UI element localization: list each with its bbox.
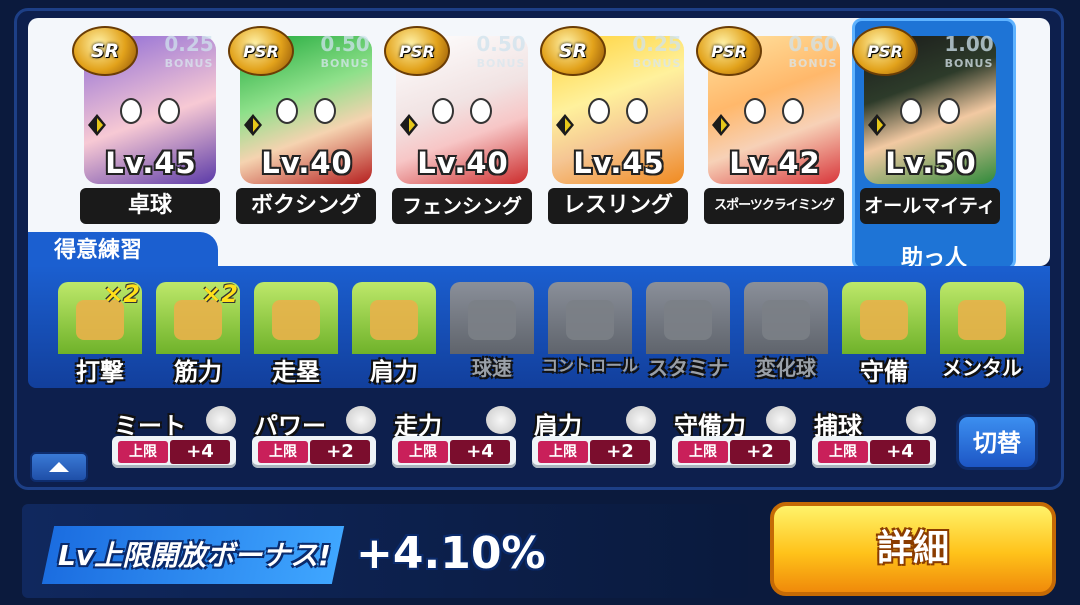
practice-mental: メンタル — [940, 282, 1024, 384]
dumbbell-icon — [346, 406, 376, 434]
cap-label: 上限 — [398, 441, 448, 463]
card-name: レスリング — [548, 188, 688, 224]
base-icon — [272, 300, 320, 340]
practice-label: スタミナ — [648, 356, 728, 380]
card-level: Lv.45 — [105, 146, 197, 180]
bonus-arm: 肩力 上限 +2 — [532, 406, 656, 468]
card-name: スポーツクライミング — [704, 188, 844, 224]
practice-breaking-ball: 変化球 — [744, 282, 828, 384]
glove-icon — [766, 406, 796, 434]
card-name: 卓球 — [80, 188, 220, 224]
bonus-row: ミート 上限 +4 パワー 上限 +2 走力 上限 +4 肩力 上限 +2 守備力 上限… — [28, 388, 1050, 484]
catch-ball-icon — [906, 406, 936, 434]
bonus-rate: 1.00 BONUS — [944, 32, 994, 70]
lv-bonus-label: Lv上限開放ボーナス! — [58, 539, 331, 572]
cap-value: +4 — [170, 440, 230, 464]
cap-value: +4 — [870, 440, 930, 464]
rarity-badge: PSR — [228, 26, 294, 76]
bonus-power: パワー 上限 +2 — [252, 406, 376, 468]
lv-bonus-value: +4.10% — [356, 528, 546, 579]
card-name: ボクシング — [236, 188, 376, 224]
cap-value: +2 — [730, 440, 790, 464]
glove-icon — [860, 300, 908, 340]
card-level: Lv.42 — [729, 146, 821, 180]
practice-arm: 肩力 — [352, 282, 436, 386]
bonus-defense: 守備力 上限 +2 — [672, 406, 796, 468]
cap-label: 上限 — [538, 441, 588, 463]
bonus-rate: 0.25 BONUS — [632, 32, 682, 70]
practice-label: メンタル — [942, 356, 1022, 380]
card-name: オールマイティ — [860, 188, 1000, 224]
throw-ball-icon — [370, 300, 418, 340]
bonus-rate: 0.50 BONUS — [476, 32, 526, 70]
rarity-badge: PSR — [384, 26, 450, 76]
rarity-badge: SR — [72, 26, 138, 76]
cap-label: 上限 — [818, 441, 868, 463]
target-icon — [566, 300, 614, 340]
practice-label: 球速 — [472, 356, 512, 380]
practice-label: 変化球 — [756, 356, 816, 380]
practice-control: コントロール — [542, 282, 638, 384]
cloud-sparkle-icon — [958, 300, 1006, 340]
fast-ball-icon — [468, 300, 516, 340]
cap-label: 上限 — [118, 441, 168, 463]
runner-icon — [486, 406, 516, 434]
card-3[interactable]: PSR 0.50 BONUS Lv.40 フェンシング — [384, 26, 536, 228]
practice-label: 肩力 — [370, 358, 418, 386]
cap-value: +2 — [310, 440, 370, 464]
bonus-speed: 走力 上限 +4 — [392, 406, 516, 468]
collapse-button[interactable] — [30, 452, 88, 482]
bat-icon — [206, 406, 236, 434]
multiplier-badge: ×2 — [103, 280, 140, 308]
card-level: Lv.40 — [417, 146, 509, 180]
card-4[interactable]: SR 0.25 BONUS Lv.45 レスリング — [540, 26, 692, 228]
switch-button[interactable]: 切替 — [956, 414, 1038, 470]
card-level: Lv.50 — [885, 146, 977, 180]
card-1[interactable]: SR 0.25 BONUS Lv.45 卓球 — [72, 26, 224, 228]
card-5[interactable]: PSR 0.60 BONUS Lv.42 スポーツクライミング — [696, 26, 848, 228]
breaking-ball-icon — [762, 300, 810, 340]
bonus-rate: 0.60 BONUS — [788, 32, 838, 70]
lv-bonus-banner: Lv上限開放ボーナス! +4.10% — [22, 504, 748, 598]
cap-label: 上限 — [258, 441, 308, 463]
practice-baserunning: 走塁 — [254, 282, 338, 386]
cap-value: +2 — [590, 440, 650, 464]
cap-value: +4 — [450, 440, 510, 464]
cap-label: 上限 — [678, 441, 728, 463]
practice-defense: 守備 — [842, 282, 926, 386]
card-name: フェンシング — [392, 188, 532, 224]
rarity-badge: PSR — [852, 26, 918, 76]
card-6-helper[interactable]: PSR 1.00 BONUS Lv.50 オールマイティ 助っ人 — [852, 18, 1016, 271]
practice-label: 守備 — [860, 358, 908, 386]
bonus-meet: ミート 上限 +4 — [112, 406, 236, 468]
practice-stamina: スタミナ — [646, 282, 730, 384]
practice-label: 走塁 — [272, 358, 320, 386]
practice-velocity: 球速 — [450, 282, 534, 384]
practice-label: コントロール — [542, 356, 639, 375]
practice-tab: 得意練習 — [28, 232, 218, 270]
rarity-badge: SR — [540, 26, 606, 76]
multiplier-badge: ×2 — [201, 280, 238, 308]
bonus-rate: 0.50 BONUS — [320, 32, 370, 70]
throw-ball-icon — [626, 406, 656, 434]
practice-label: 筋力 — [174, 358, 222, 386]
bonus-catch: 捕球 上限 +4 — [812, 406, 936, 468]
card-level: Lv.45 — [573, 146, 665, 180]
detail-button[interactable]: 詳細 — [770, 502, 1056, 596]
card-2[interactable]: PSR 0.50 BONUS Lv.40 ボクシング — [228, 26, 380, 228]
rarity-badge: PSR — [696, 26, 762, 76]
practice-batting: ×2 打撃 — [58, 280, 142, 386]
bonus-rate: 0.25 BONUS — [164, 32, 214, 70]
practice-label: 打撃 — [76, 358, 124, 386]
practice-strength: ×2 筋力 — [156, 280, 240, 386]
card-level: Lv.40 — [261, 146, 353, 180]
tire-icon — [664, 300, 712, 340]
